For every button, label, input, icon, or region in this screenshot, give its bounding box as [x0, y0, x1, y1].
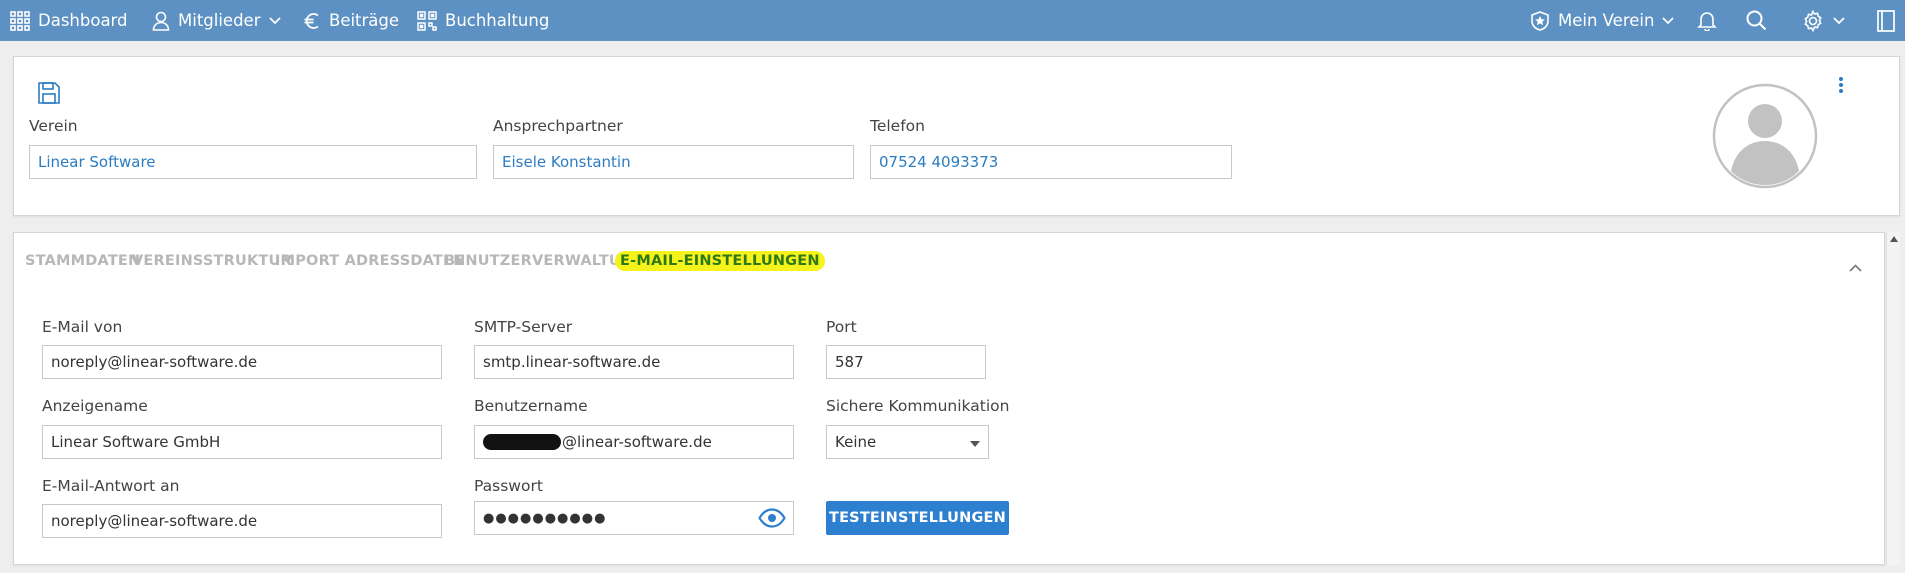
anzeigename-field[interactable]: Linear Software GmbH [42, 425, 442, 459]
verein-field[interactable]: Linear Software [29, 145, 477, 179]
tab-vereinsstruktur[interactable]: VEREINSSTRUKTUR [132, 253, 292, 269]
qr-code-icon [417, 10, 437, 31]
euro-icon [303, 11, 321, 31]
sichere-kommunikation-value: Keine [835, 433, 877, 451]
settings-menu[interactable] [1802, 0, 1845, 41]
anzeigename-label: Anzeigename [42, 397, 148, 415]
passwort-label: Passwort [474, 477, 543, 495]
nav-mitglieder[interactable]: Mitglieder [152, 0, 281, 41]
top-navigation-bar: Dashboard Mitglieder Beiträge Buchhaltun… [0, 0, 1905, 41]
chevron-down-icon [1662, 16, 1675, 25]
tab-stammdaten[interactable]: STAMMDATEN [25, 253, 140, 269]
more-options-icon[interactable] [1838, 76, 1844, 98]
search-icon [1746, 10, 1767, 31]
smtp-server-field[interactable]: smtp.linear-software.de [474, 345, 794, 379]
ansprechpartner-field[interactable]: Eisele Konstantin [493, 145, 854, 179]
notifications-button[interactable] [1697, 0, 1717, 41]
dropdown-arrow-icon [970, 433, 980, 451]
tab-email-einstellungen[interactable]: E-MAIL-EINSTELLUNGEN [615, 251, 825, 271]
nav-beitraege[interactable]: Beiträge [303, 0, 399, 41]
avatar[interactable] [1712, 83, 1818, 193]
nav-dashboard-label: Dashboard [38, 11, 128, 30]
nav-mein-verein-label: Mein Verein [1558, 11, 1655, 30]
search-button[interactable] [1746, 0, 1767, 41]
grid-icon [10, 10, 30, 31]
nav-mein-verein[interactable]: Mein Verein [1530, 0, 1675, 41]
chevron-down-icon [268, 16, 281, 25]
gear-icon [1802, 9, 1824, 32]
sichere-kommunikation-label: Sichere Kommunikation [826, 397, 1010, 415]
tab-import-adressdaten[interactable]: IMPORT ADRESSDATEN [275, 253, 465, 269]
redaction-mark [483, 434, 561, 450]
shield-star-icon [1530, 10, 1550, 31]
passwort-value: ●●●●●●●●●● [483, 510, 607, 526]
nav-beitraege-label: Beiträge [329, 11, 400, 30]
email-von-field[interactable]: noreply@linear-software.de [42, 345, 442, 379]
club-header-card [13, 56, 1900, 216]
panel-icon [1877, 9, 1895, 32]
benutzername-value: @linear-software.de [562, 433, 712, 451]
telefon-label: Telefon [870, 117, 925, 135]
email-antwort-field[interactable]: noreply@linear-software.de [42, 504, 442, 538]
sichere-kommunikation-select[interactable]: Keine [826, 425, 989, 459]
user-icon [152, 11, 170, 31]
smtp-server-label: SMTP-Server [474, 318, 573, 336]
nav-dashboard[interactable]: Dashboard [10, 0, 128, 41]
verein-label: Verein [29, 117, 78, 135]
nav-mitglieder-label: Mitglieder [178, 11, 261, 30]
benutzername-field[interactable]: @linear-software.de [474, 425, 794, 459]
chevron-down-icon [1833, 16, 1845, 25]
scrollbar[interactable] [1886, 232, 1900, 565]
chevron-up-icon[interactable] [1849, 257, 1862, 276]
port-label: Port [826, 318, 857, 336]
email-antwort-label: E-Mail-Antwort an [42, 477, 180, 495]
save-icon[interactable] [38, 82, 60, 108]
sidebar-toggle-button[interactable] [1877, 0, 1895, 41]
passwort-field[interactable]: ●●●●●●●●●● [474, 501, 794, 535]
test-settings-button[interactable]: TESTEINSTELLUNGEN [826, 501, 1009, 535]
ansprechpartner-label: Ansprechpartner [493, 117, 623, 135]
eye-icon[interactable] [758, 508, 786, 532]
benutzername-label: Benutzername [474, 397, 588, 415]
telefon-field[interactable]: 07524 4093373 [870, 145, 1232, 179]
nav-buchhaltung[interactable]: Buchhaltung [417, 0, 549, 41]
port-field[interactable]: 587 [826, 345, 986, 379]
email-von-label: E-Mail von [42, 318, 123, 336]
nav-buchhaltung-label: Buchhaltung [445, 11, 550, 30]
bell-icon [1697, 10, 1717, 31]
